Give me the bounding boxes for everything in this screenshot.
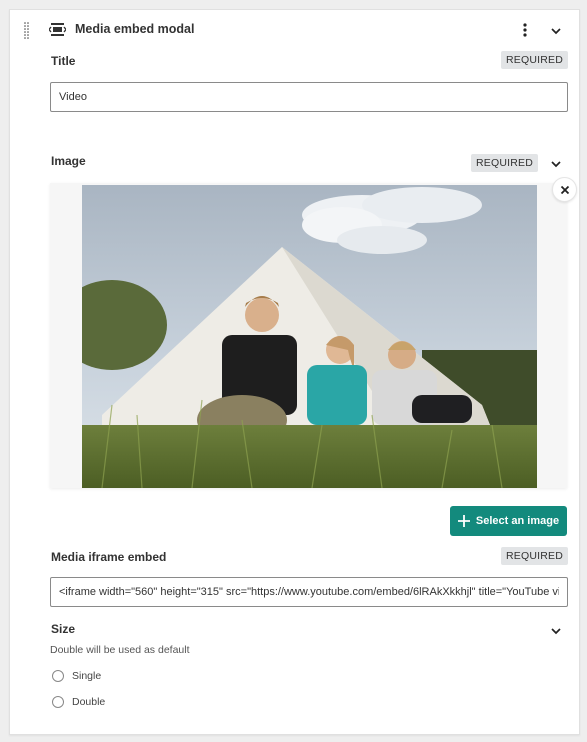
radio-label: Single — [72, 670, 102, 682]
size-option-double[interactable]: Double — [52, 696, 105, 708]
card-header: Media embed modal — [10, 10, 579, 50]
title-input[interactable] — [50, 82, 568, 112]
iframe-field-label: Media iframe embed — [51, 550, 167, 564]
title-required-badge: REQUIRED — [501, 51, 569, 69]
iframe-embed-input[interactable] — [50, 577, 568, 607]
select-image-button[interactable]: Select an image — [450, 506, 567, 536]
select-image-label: Select an image — [475, 515, 560, 527]
drag-handle-icon[interactable] — [24, 22, 30, 39]
radio-button[interactable] — [52, 696, 64, 708]
chevron-down-icon[interactable] — [549, 24, 563, 38]
size-field-label: Size — [51, 622, 76, 636]
close-icon — [560, 185, 569, 194]
media-embed-modal-card: Media embed modal Title REQUIRED Image R… — [9, 9, 580, 735]
kebab-icon[interactable] — [519, 22, 531, 38]
size-help-text: Double will be used as default — [50, 644, 190, 656]
size-option-single[interactable]: Single — [52, 670, 101, 682]
image-preview-frame — [50, 183, 567, 488]
image-required-badge: REQUIRED — [471, 154, 539, 172]
radio-button[interactable] — [52, 670, 64, 682]
image-preview — [82, 185, 537, 488]
remove-image-button[interactable] — [552, 177, 577, 202]
size-collapse-chevron-icon[interactable] — [549, 624, 563, 638]
card-title: Media embed modal — [75, 22, 195, 36]
image-collapse-chevron-icon[interactable] — [549, 157, 563, 171]
media-embed-icon — [48, 22, 67, 37]
iframe-required-badge: REQUIRED — [501, 547, 569, 565]
image-field-label: Image — [51, 154, 86, 168]
plus-icon — [457, 515, 470, 527]
radio-label: Double — [72, 696, 106, 708]
title-field-label: Title — [51, 54, 76, 68]
